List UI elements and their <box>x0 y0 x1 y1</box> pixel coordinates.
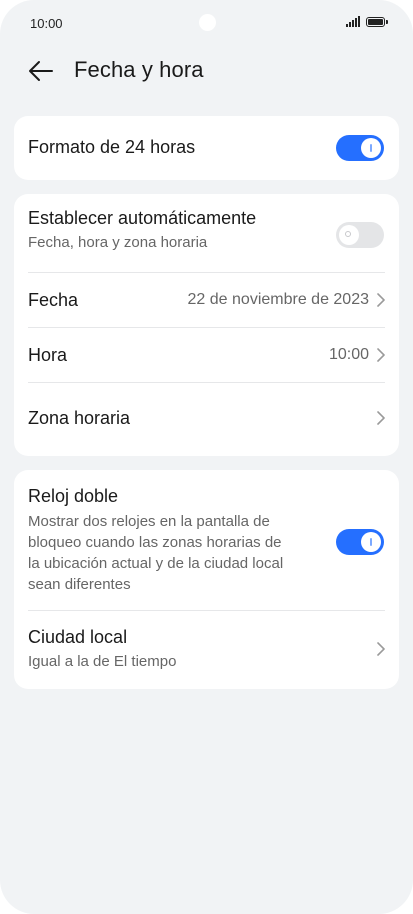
home-city-label: Ciudad local <box>28 626 128 647</box>
timezone-row[interactable]: Zona horaria <box>28 383 385 453</box>
timezone-label: Zona horaria <box>28 407 131 428</box>
dual-clock-sub-line: la ubicación actual y de la ciudad local <box>28 555 284 572</box>
card-24h-format: Formato de 24 horas <box>14 116 399 180</box>
date-row[interactable]: Fecha 22 de noviembre de 2023 <box>28 273 385 327</box>
page-title: Fecha y hora <box>74 57 204 82</box>
toggle-knob <box>361 138 381 158</box>
auto-set-label: Establecer automáticamente <box>28 208 257 228</box>
date-label: Fecha <box>28 289 79 310</box>
dual-clock-sub-line: bloqueo cuando las zonas horarias de <box>28 534 282 551</box>
dual-clock-toggle[interactable] <box>336 529 384 555</box>
home-city-row[interactable]: Ciudad local Igual a la de El tiempo <box>28 611 385 687</box>
status-time: 10:00 <box>30 16 63 31</box>
app-header: Fecha y hora <box>0 48 413 96</box>
dual-clock-label: Reloj doble <box>28 486 119 506</box>
format-24h-label: Formato de 24 horas <box>28 137 196 157</box>
battery-icon <box>366 16 388 27</box>
back-button[interactable] <box>26 56 56 86</box>
auto-set-toggle[interactable] <box>336 222 384 248</box>
auto-set-sub: Fecha, hora y zona horaria <box>28 234 208 251</box>
card-dual-clock: Reloj doble Mostrar dos relojes en la pa… <box>14 470 399 689</box>
time-row[interactable]: Hora 10:00 <box>28 328 385 382</box>
arrow-left-icon <box>29 61 53 81</box>
toggle-knob <box>339 225 359 245</box>
dual-clock-sub-line: sean diferentes <box>28 576 131 593</box>
status-icons <box>346 16 388 27</box>
chevron-right-icon <box>377 411 385 425</box>
signal-icon <box>346 16 360 27</box>
chevron-right-icon <box>377 348 385 362</box>
dual-clock-row[interactable]: Reloj doble Mostrar dos relojes en la pa… <box>28 486 318 595</box>
card-date-time: Establecer automáticamente Fecha, hora y… <box>14 194 399 456</box>
chevron-right-icon <box>377 642 385 656</box>
home-city-sub: Igual a la de El tiempo <box>28 652 177 670</box>
dual-clock-sub-line: Mostrar dos relojes en la pantalla de <box>28 513 270 530</box>
auto-set-row[interactable]: Establecer automáticamente Fecha, hora y… <box>28 208 385 264</box>
chevron-right-icon <box>377 293 385 307</box>
toggle-knob <box>361 532 381 552</box>
phone-screen: 10:00 Fecha y hora Formato de 24 horas E… <box>0 0 413 914</box>
time-label: Hora <box>28 344 68 365</box>
date-value: 22 de noviembre de 2023 <box>187 291 369 308</box>
front-camera <box>199 14 216 31</box>
format-24h-toggle[interactable] <box>336 135 384 161</box>
status-bar: 10:00 <box>0 0 413 48</box>
time-value: 10:00 <box>328 346 369 363</box>
